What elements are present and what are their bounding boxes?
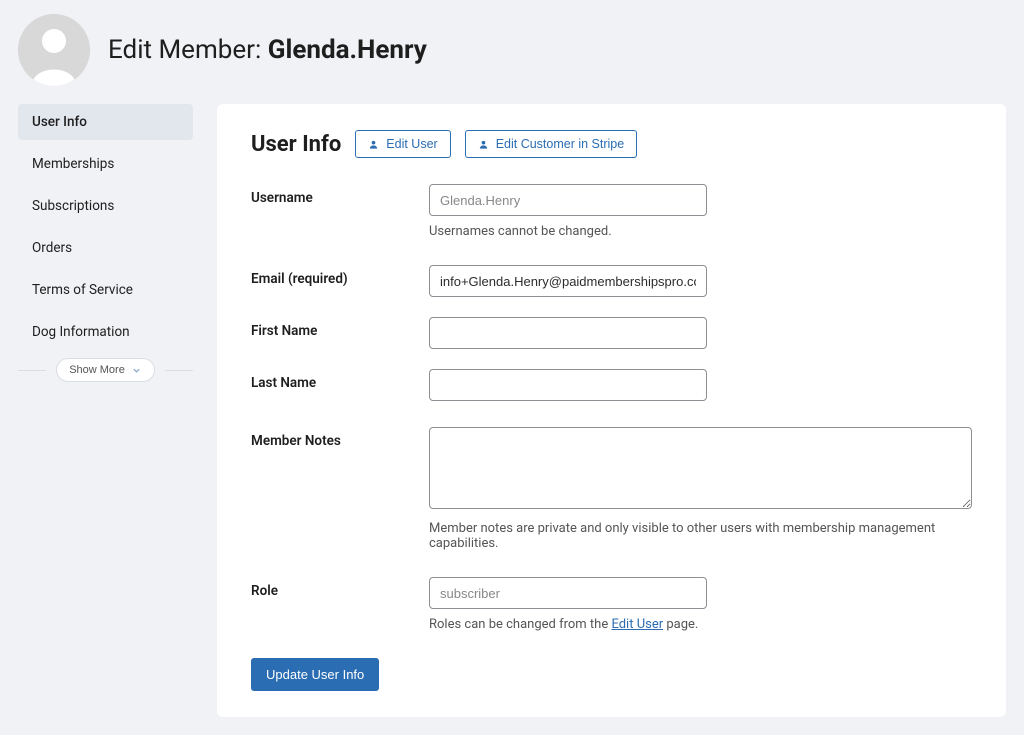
role-row: Role Roles can be changed from the Edit … [251, 577, 972, 632]
edit-user-button[interactable]: Edit User [355, 130, 450, 158]
member-notes-input[interactable] [429, 427, 972, 509]
chevron-down-icon [131, 365, 142, 376]
update-user-info-button[interactable]: Update User Info [251, 658, 379, 691]
show-more-button[interactable]: Show More [56, 358, 155, 382]
member-notes-row: Member Notes Member notes are private an… [251, 427, 972, 551]
sidebar-item-dog-information[interactable]: Dog Information [18, 314, 193, 350]
username-input [429, 184, 707, 216]
sidebar-item-label: Terms of Service [32, 282, 133, 298]
avatar [18, 14, 90, 86]
member-notes-helper: Member notes are private and only visibl… [429, 521, 972, 551]
first-name-input[interactable] [429, 317, 707, 349]
edit-stripe-button[interactable]: Edit Customer in Stripe [465, 130, 638, 158]
sidebar-item-label: User Info [32, 114, 87, 130]
page-title-username: Glenda.Henry [268, 35, 427, 65]
last-name-label: Last Name [251, 369, 429, 391]
avatar-placeholder-icon [18, 14, 90, 86]
section-header: User Info Edit User Edit Customer in Str… [251, 130, 972, 158]
member-notes-label: Member Notes [251, 427, 429, 449]
sidebar-item-user-info[interactable]: User Info [18, 104, 193, 140]
show-more-divider: Show More [18, 358, 193, 382]
email-row: Email (required) [251, 265, 972, 297]
sidebar-item-label: Orders [32, 240, 72, 256]
page-title-prefix: Edit Member: [108, 35, 268, 65]
sidebar-item-orders[interactable]: Orders [18, 230, 193, 266]
section-title: User Info [251, 132, 341, 157]
email-label: Email (required) [251, 265, 429, 287]
role-helper: Roles can be changed from the Edit User … [429, 617, 972, 632]
show-more-label: Show More [69, 364, 125, 376]
username-label: Username [251, 184, 429, 206]
last-name-row: Last Name [251, 369, 972, 401]
divider-line [18, 370, 46, 371]
role-label: Role [251, 577, 429, 599]
role-helper-before: Roles can be changed from the [429, 617, 611, 632]
update-user-info-label: Update User Info [266, 667, 364, 682]
sidebar: User Info Memberships Subscriptions Orde… [18, 104, 193, 382]
email-input[interactable] [429, 265, 707, 297]
first-name-label: First Name [251, 317, 429, 339]
role-helper-after: page. [663, 617, 698, 632]
page-header: Edit Member: Glenda.Henry [0, 0, 1024, 104]
sidebar-item-subscriptions[interactable]: Subscriptions [18, 188, 193, 224]
main-panel: User Info Edit User Edit Customer in Str… [217, 104, 1006, 717]
username-helper: Usernames cannot be changed. [429, 224, 972, 239]
sidebar-item-label: Dog Information [32, 324, 130, 340]
sidebar-item-terms-of-service[interactable]: Terms of Service [18, 272, 193, 308]
divider-line [165, 370, 193, 371]
user-icon [368, 139, 379, 150]
sidebar-item-label: Memberships [32, 156, 114, 172]
role-input [429, 577, 707, 609]
sidebar-item-memberships[interactable]: Memberships [18, 146, 193, 182]
edit-stripe-label: Edit Customer in Stripe [496, 137, 625, 151]
last-name-input[interactable] [429, 369, 707, 401]
role-helper-link[interactable]: Edit User [611, 617, 663, 632]
edit-user-label: Edit User [386, 137, 437, 151]
first-name-row: First Name [251, 317, 972, 349]
username-row: Username Usernames cannot be changed. [251, 184, 972, 239]
page-title: Edit Member: Glenda.Henry [108, 35, 427, 65]
sidebar-item-label: Subscriptions [32, 198, 114, 214]
user-icon [478, 139, 489, 150]
